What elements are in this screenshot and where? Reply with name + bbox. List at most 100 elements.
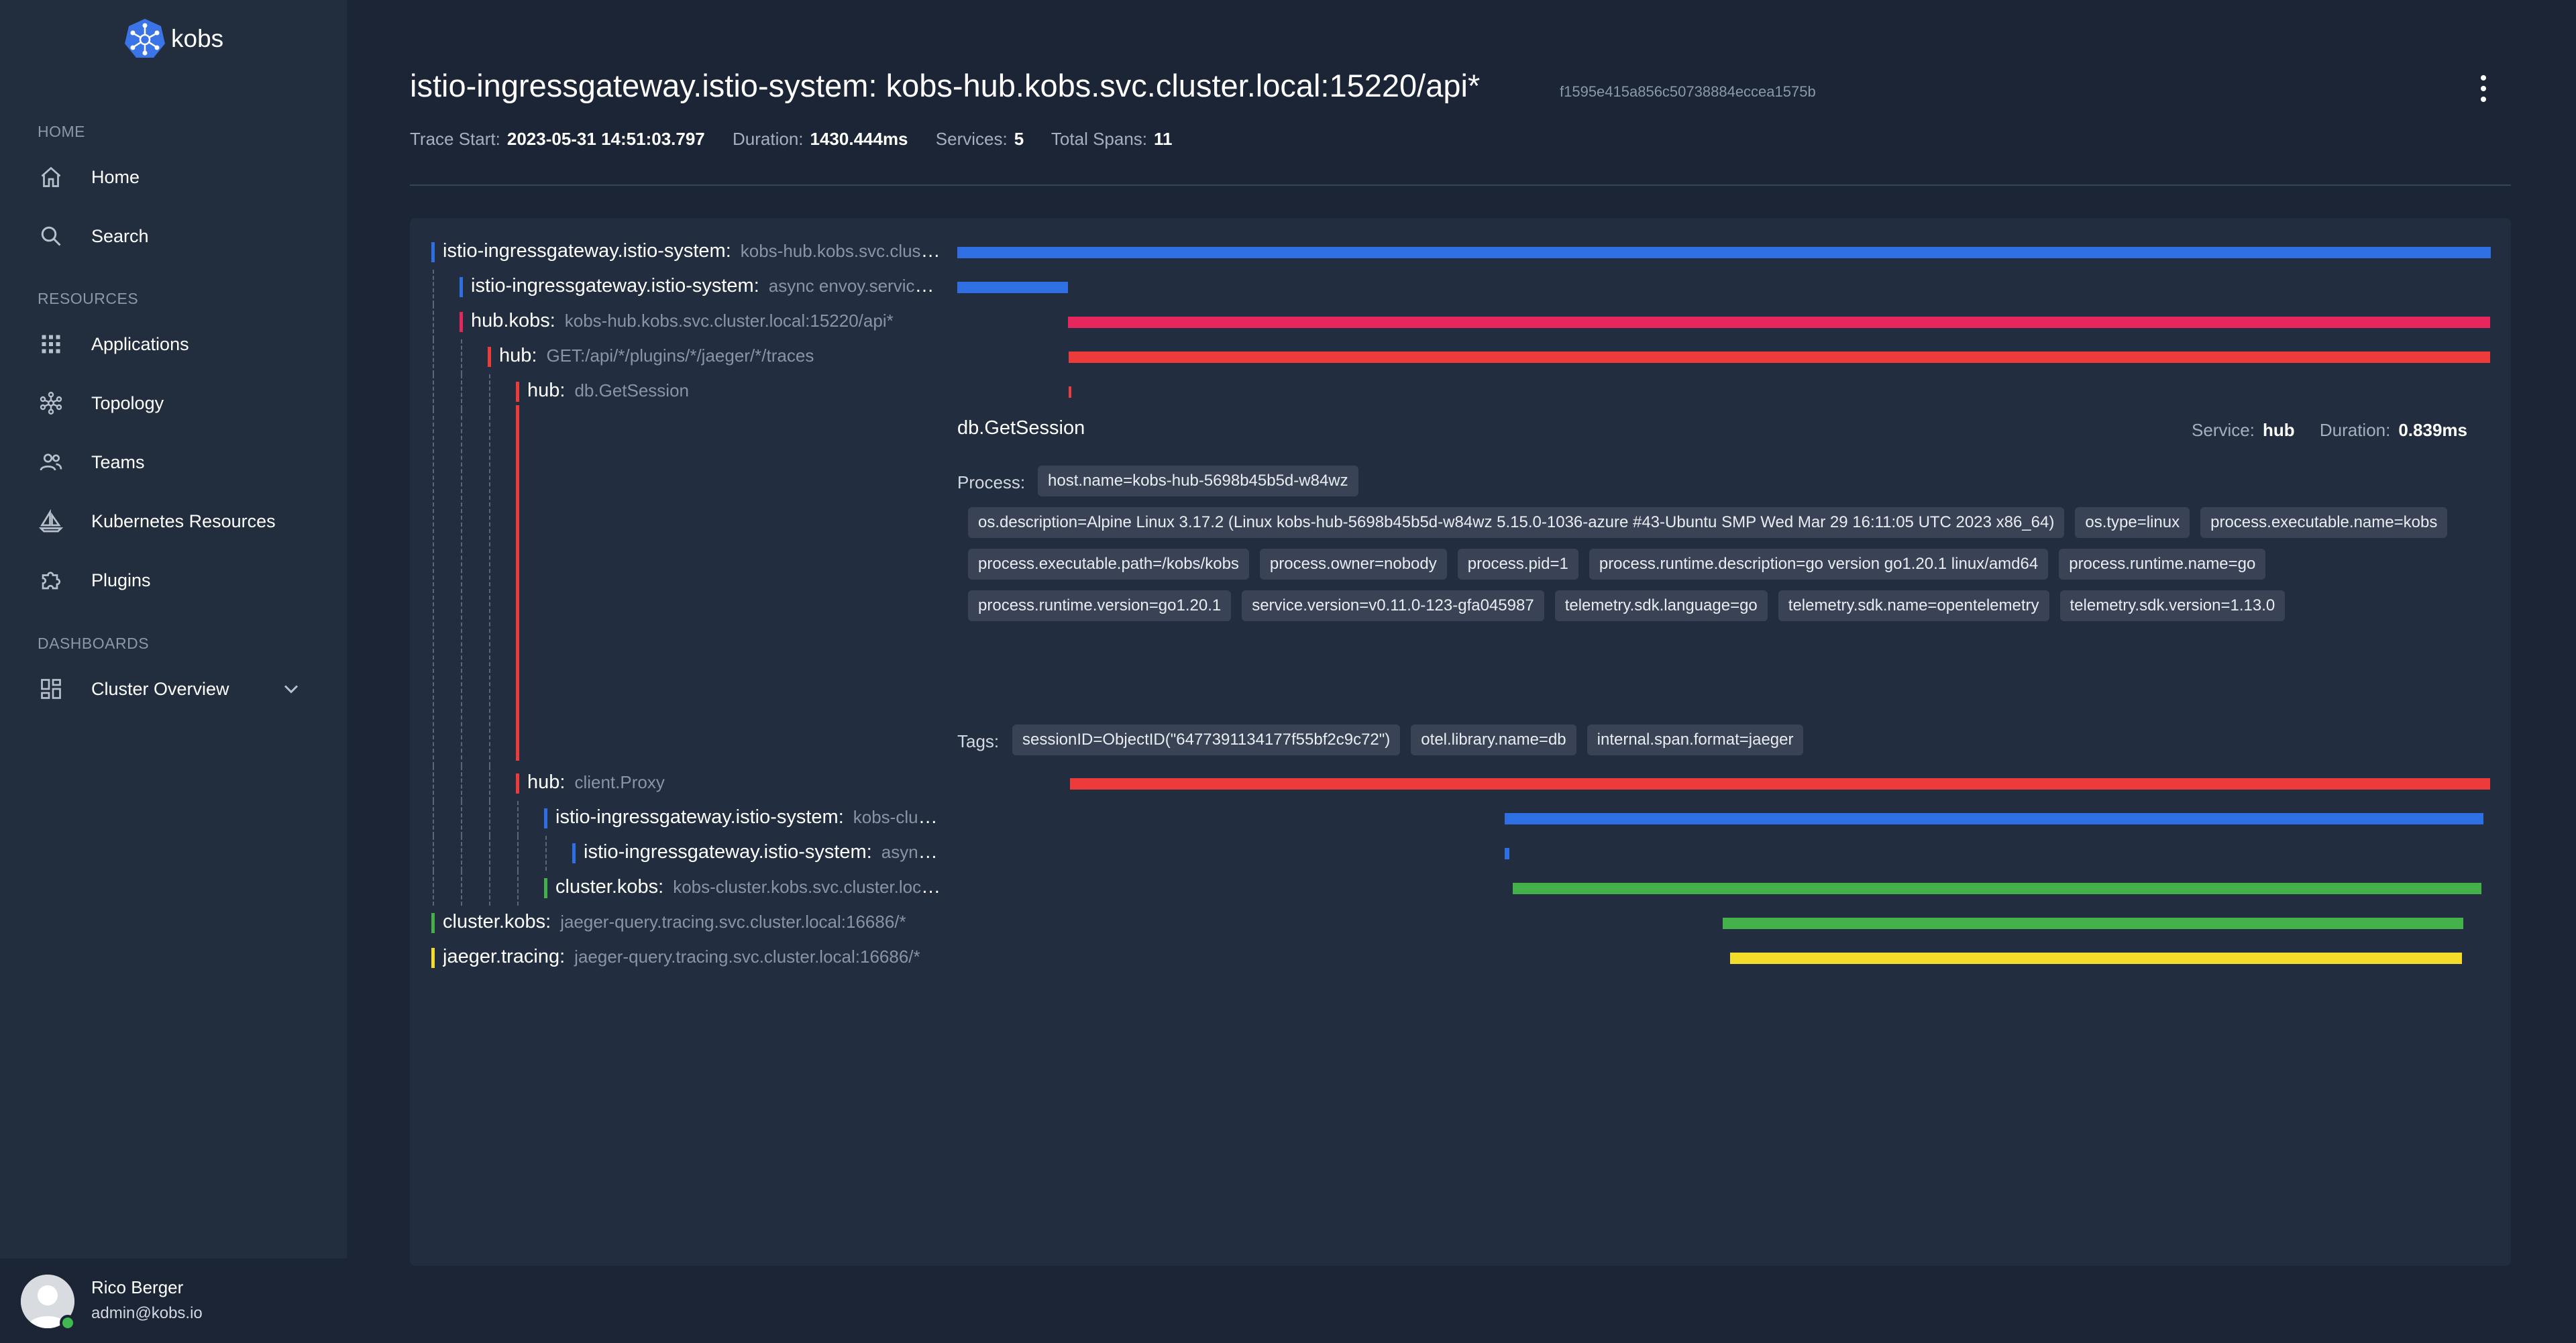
span-label[interactable]: hub: client.Proxy	[527, 771, 941, 794]
process-tag[interactable]: telemetry.sdk.name=opentelemetry	[1778, 590, 2049, 621]
span-duration-bar[interactable]	[1069, 352, 2490, 363]
tags-tag[interactable]: otel.library.name=db	[1411, 724, 1576, 755]
nav-item-search[interactable]: Search	[38, 215, 319, 258]
process-tag[interactable]: os.description=Alpine Linux 3.17.2 (Linu…	[968, 507, 2065, 538]
process-tag[interactable]: process.runtime.description=go version g…	[1589, 549, 2049, 580]
span-row[interactable]: jaeger.tracing: jaeger-query.tracing.svc.…	[410, 941, 2511, 975]
tree-guide-line	[433, 766, 434, 801]
nav-label: Home	[91, 166, 140, 187]
process-tag[interactable]: process.executable.name=kobs	[2200, 507, 2448, 538]
tree-guide-line	[461, 836, 462, 871]
process-tag[interactable]: process.pid=1	[1457, 549, 1578, 580]
span-duration-bar[interactable]	[957, 282, 1069, 293]
process-tag[interactable]: os.type=linux	[2075, 507, 2190, 538]
span-row[interactable]: cluster.kobs: kobs-cluster.kobs.svc.clust…	[410, 871, 2511, 906]
span-operation: db.GetSession	[574, 380, 690, 400]
nav-section-dashboards: DASHBOARDS	[38, 635, 150, 652]
chevron-down-icon[interactable]	[279, 677, 303, 701]
span-service: jaeger.tracing:	[443, 946, 566, 967]
span-operation: GET:/api/*/plugins/*/jaeger/*/traces	[546, 345, 814, 366]
process-tag[interactable]: telemetry.sdk.language=go	[1554, 590, 1768, 621]
span-label[interactable]: hub: GET:/api/*/plugins/*/jaeger/*/traces	[499, 345, 941, 367]
tree-guide-line	[461, 374, 462, 409]
nav-item-teams[interactable]: Teams	[38, 441, 319, 484]
span-operation: async envoy.service.auth.v3.Authorizatio…	[768, 276, 941, 296]
service-color-marker	[431, 913, 435, 933]
tree-guide-line	[489, 871, 490, 906]
process-tag[interactable]: process.executable.path=/kobs/kobs	[968, 549, 1249, 580]
span-label[interactable]: istio-ingressgateway.istio-system: kobs-h…	[443, 240, 941, 262]
service-color-marker	[431, 242, 435, 262]
nav-item-plugins[interactable]: Plugins	[38, 559, 319, 602]
tree-guide-line	[517, 801, 519, 836]
topology-icon	[38, 390, 64, 417]
span-label[interactable]: cluster.kobs: kobs-cluster.kobs.svc.clust…	[555, 876, 941, 898]
span-label[interactable]: istio-ingressgateway.istio-system: async …	[584, 841, 941, 863]
span-duration-bar[interactable]	[957, 247, 2491, 258]
span-row[interactable]: cluster.kobs: jaeger-query.tracing.svc.cl…	[410, 906, 2511, 941]
nav-item-applications[interactable]: Applications	[38, 323, 319, 366]
span-duration-bar[interactable]	[1505, 813, 2483, 824]
home-icon	[38, 164, 64, 191]
span-row[interactable]: istio-ingressgateway.istio-system: async …	[410, 270, 2511, 305]
trace-timeline-panel: db.GetSession Service: hub Duration: 0.839…	[410, 218, 2511, 1266]
brand[interactable]: kobs	[123, 17, 223, 61]
span-duration-bar[interactable]	[1512, 883, 2482, 894]
span-duration-bar[interactable]	[1069, 778, 2490, 790]
span-service: istio-ingressgateway.istio-system:	[584, 841, 872, 863]
tree-guide-line	[461, 409, 462, 766]
span-label[interactable]: istio-ingressgateway.istio-system: async …	[471, 275, 941, 297]
span-label[interactable]: hub.kobs: kobs-hub.kobs.svc.cluster.local…	[471, 310, 941, 332]
span-duration-bar[interactable]	[1722, 918, 2463, 929]
span-duration-bar[interactable]	[1069, 386, 1072, 398]
process-tag[interactable]: telemetry.sdk.version=1.13.0	[2059, 590, 2286, 621]
process-tag[interactable]: process.runtime.version=go1.20.1	[968, 590, 1232, 621]
service-color-marker	[516, 382, 519, 402]
tree-guide-line	[489, 766, 490, 801]
nav-section-resources: RESOURCES	[38, 290, 139, 307]
span-duration-bar[interactable]	[1068, 317, 2490, 328]
tags-tag[interactable]: internal.span.format=jaeger	[1587, 724, 1804, 755]
online-status-dot	[60, 1315, 76, 1331]
detail-summary: Service: hub Duration: 0.839ms	[2192, 420, 2467, 441]
tags-label: Tags:	[957, 731, 1000, 751]
span-row[interactable]: istio-ingressgateway.istio-system: kobs-h…	[410, 235, 2511, 270]
service-color-marker	[460, 312, 463, 332]
process-tag[interactable]: process.owner=nobody	[1259, 549, 1447, 580]
span-service: istio-ingressgateway.istio-system:	[471, 275, 759, 297]
tree-guide-line	[433, 374, 434, 409]
more-options-icon[interactable]	[2473, 75, 2494, 102]
tree-guide-line	[489, 801, 490, 836]
nav-item-cluster-overview[interactable]: Cluster Overview	[38, 667, 319, 710]
span-label[interactable]: jaeger.tracing: jaeger-query.tracing.svc.…	[443, 946, 941, 968]
process-tag[interactable]: process.runtime.name=go	[2059, 549, 2266, 580]
service-color-marker	[431, 948, 435, 968]
span-duration-bar[interactable]	[1730, 953, 2462, 964]
span-row[interactable]: hub: db.GetSession	[410, 374, 2511, 409]
tree-guide-line	[433, 836, 434, 871]
tree-guide-line	[545, 836, 547, 871]
nav-item-kubernetes-resources[interactable]: Kubernetes Resources	[38, 500, 319, 543]
span-operation: kobs-cluster.kobs.svc.cluster.local:1522…	[853, 807, 941, 827]
trace-id: f1595e415a856c50738884eccea1575b	[1560, 83, 1816, 100]
span-duration-bar[interactable]	[1505, 848, 1509, 859]
span-label[interactable]: cluster.kobs: jaeger-query.tracing.svc.cl…	[443, 911, 941, 933]
span-row[interactable]: istio-ingressgateway.istio-system: async …	[410, 836, 2511, 871]
span-label[interactable]: istio-ingressgateway.istio-system: kobs-c…	[555, 806, 941, 828]
span-row[interactable]: hub: client.Proxy	[410, 766, 2511, 801]
tags-tag[interactable]: sessionID=ObjectID("6477391134177f55bf2c…	[1012, 724, 1401, 755]
span-row[interactable]: istio-ingressgateway.istio-system: kobs-c…	[410, 801, 2511, 836]
span-service: hub:	[499, 345, 537, 366]
nav-section-home: HOME	[38, 123, 85, 140]
detail-duration: 0.839ms	[2398, 420, 2467, 440]
span-row[interactable]: hub: GET:/api/*/plugins/*/jaeger/*/traces	[410, 339, 2511, 374]
nav-item-topology[interactable]: Topology	[38, 382, 319, 425]
span-label[interactable]: hub: db.GetSession	[527, 380, 941, 402]
service-color-marker	[516, 773, 519, 794]
span-row[interactable]: hub.kobs: kobs-hub.kobs.svc.cluster.local…	[410, 305, 2511, 339]
nav-item-home[interactable]: Home	[38, 156, 319, 199]
process-tag[interactable]: service.version=v0.11.0-123-gfa045987	[1242, 590, 1544, 621]
user-profile[interactable]: Rico Berger admin@kobs.io	[0, 1258, 347, 1343]
process-tag[interactable]: host.name=kobs-hub-5698b45b5d-w84wz	[1038, 466, 1358, 496]
trace-start: 2023-05-31 14:51:03.797	[506, 129, 705, 149]
